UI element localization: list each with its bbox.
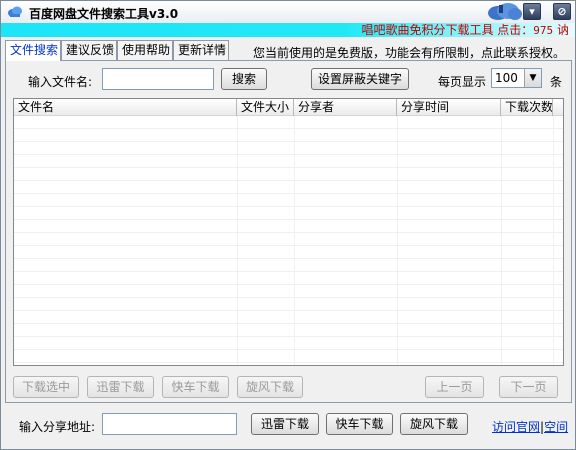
col-downloads[interactable]: 下载次数	[501, 99, 553, 116]
filename-input[interactable]	[102, 68, 214, 90]
col-divider	[397, 116, 398, 365]
search-button[interactable]: 搜索	[221, 68, 267, 90]
app-window: 百度网盘文件搜索工具v3.0 ▾ ⊘ 唱吧歌曲免积分下载工具 点击：975 讷 …	[0, 0, 576, 450]
table-header: 文件名 文件大小 分享者 分享时间 下载次数	[14, 99, 563, 116]
block-keywords-button[interactable]: 设置屏蔽关键字	[311, 68, 409, 90]
tab-feedback[interactable]: 建议反馈	[61, 40, 117, 60]
col-share-time[interactable]: 分享时间	[397, 99, 501, 116]
minimize-button[interactable]: ▾	[523, 3, 541, 20]
col-divider	[237, 116, 238, 365]
xunlei-download-button[interactable]: 迅雷下载	[87, 376, 154, 398]
download-selected-button[interactable]: 下载选中	[13, 376, 79, 398]
tab-file-search[interactable]: 文件搜索	[5, 40, 61, 61]
per-page-label: 每页显示	[438, 75, 487, 89]
col-sharer[interactable]: 分享者	[294, 99, 397, 116]
minimize-icon: ▾	[529, 5, 535, 18]
per-page-value: 100	[495, 71, 518, 85]
official-site-link[interactable]: 访问官网	[492, 420, 540, 434]
chevron-down-icon[interactable]: ▼	[524, 69, 541, 87]
tab-help[interactable]: 使用帮助	[117, 40, 173, 60]
share-kuaiche-button[interactable]: 快车下载	[326, 413, 393, 435]
results-table[interactable]: 文件名 文件大小 分享者 分享时间 下载次数	[13, 98, 564, 366]
click-count: 975	[533, 24, 554, 37]
col-size[interactable]: 文件大小	[237, 99, 294, 116]
col-filename[interactable]: 文件名	[14, 99, 237, 116]
promo-strip: 唱吧歌曲免积分下载工具 点击：975 讷	[1, 23, 575, 37]
xuanfeng-download-button[interactable]: 旋风下载	[237, 376, 303, 398]
col-filler	[553, 99, 563, 116]
promo-tail: 讷	[556, 23, 569, 37]
close-icon: ⊘	[557, 5, 567, 18]
prev-page-button[interactable]: 上一页	[425, 376, 484, 398]
window-title: 百度网盘文件搜索工具v3.0	[29, 7, 179, 21]
kuaiche-download-button[interactable]: 快车下载	[162, 376, 229, 398]
share-url-label: 输入分享地址:	[19, 420, 96, 434]
share-xunlei-button[interactable]: 迅雷下载	[251, 413, 319, 435]
space-link[interactable]: 空间	[544, 420, 568, 434]
next-page-button[interactable]: 下一页	[499, 376, 558, 398]
share-url-input[interactable]	[102, 413, 237, 435]
promo-link[interactable]: 唱吧歌曲免积分下载工具 点击：975 讷	[361, 23, 569, 38]
promo-text: 唱吧歌曲免积分下载工具 点击：	[361, 23, 534, 37]
col-divider	[501, 116, 502, 365]
license-notice[interactable]: 您当前使用的是免费版，功能会有所限制，点此联系授权。	[253, 44, 565, 61]
title-bar[interactable]: 百度网盘文件搜索工具v3.0 ▾ ⊘	[1, 1, 575, 23]
col-divider	[294, 116, 295, 365]
app-cloud-icon	[8, 6, 22, 17]
footer-links: 访问官网|空间	[492, 418, 568, 435]
per-page-select[interactable]: 100 ▼	[491, 68, 542, 88]
table-body[interactable]	[14, 116, 563, 365]
filename-label: 输入文件名:	[28, 75, 93, 89]
share-xuanfeng-button[interactable]: 旋风下载	[400, 413, 468, 435]
tab-update-details[interactable]: 更新详情	[173, 40, 229, 60]
skin-cloud-icon[interactable]	[485, 2, 523, 22]
col-divider	[553, 116, 554, 365]
per-page-unit: 条	[550, 75, 563, 89]
close-button[interactable]: ⊘	[553, 3, 571, 20]
